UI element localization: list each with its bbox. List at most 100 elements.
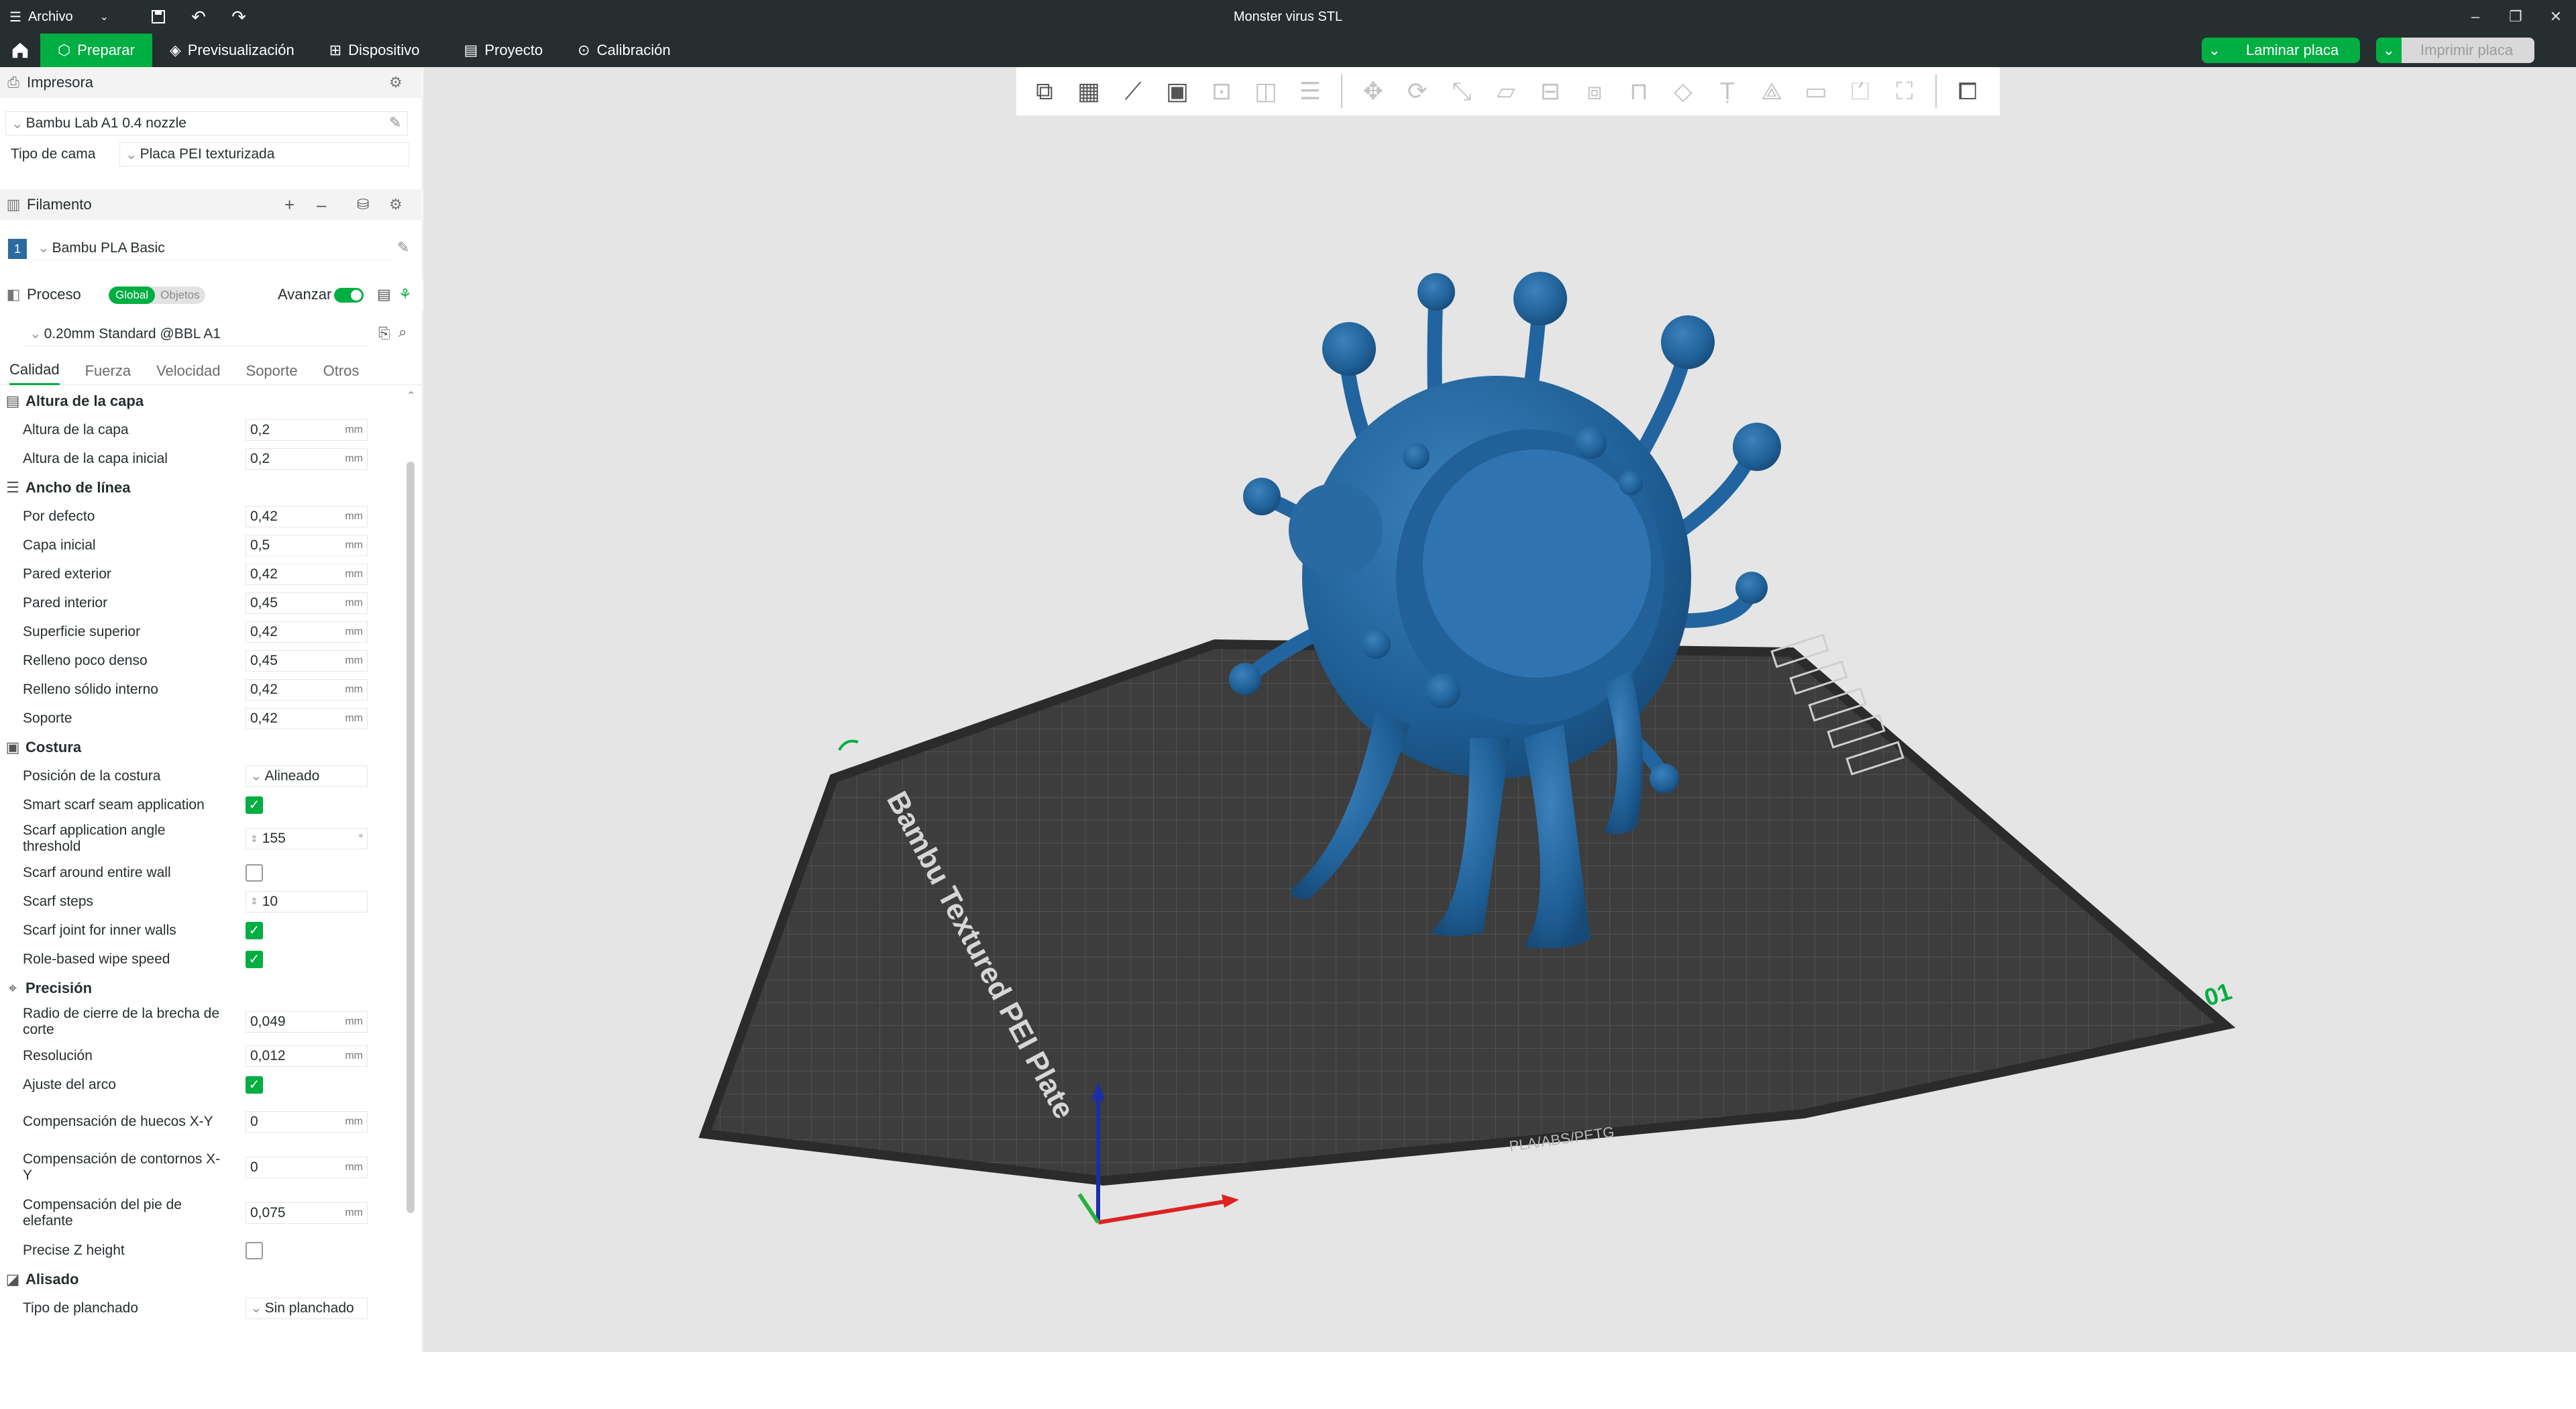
add-icon[interactable]: + (284, 195, 294, 215)
edit-icon[interactable]: ✎ (389, 114, 401, 132)
smart-scarf-checkbox[interactable]: ✓ (246, 796, 263, 814)
param-row: Soporte 0,42 mm (0, 704, 402, 733)
file-menu-button[interactable]: ☰ Archivo ⌄ (0, 0, 118, 34)
line-width-input[interactable]: 0,42 mm (246, 678, 368, 700)
toggle-objects[interactable]: Objetos (155, 286, 205, 304)
seam-paint-icon[interactable]: ◇ (1664, 72, 1702, 110)
measure-icon[interactable]: ▭ (1797, 72, 1835, 110)
line-width-input[interactable]: 0,45 mm (246, 592, 368, 614)
tab-speed[interactable]: Velocidad (156, 357, 220, 385)
cut-icon[interactable]: ⊟ (1532, 72, 1569, 110)
toggle-global[interactable]: Global (109, 286, 156, 304)
stepper-icon[interactable]: ⇕ (250, 833, 258, 845)
stepper-icon[interactable]: ⇕ (250, 896, 258, 907)
layer-height-input[interactable]: 0,2 mm (246, 419, 368, 441)
param-value: 0,012 (250, 1047, 286, 1063)
gear-icon[interactable]: ⚙ (389, 196, 402, 213)
param-value: 0,5 (250, 537, 270, 553)
settings-scrollbar[interactable] (407, 462, 415, 1213)
arc-fitting-checkbox[interactable]: ✓ (246, 1076, 263, 1094)
remove-icon[interactable]: – (317, 195, 326, 215)
advance-label: Avanzar (278, 286, 332, 303)
printer-select[interactable]: ⌄ Bambu Lab A1 0.4 nozzle (5, 111, 408, 136)
tab-prepare[interactable]: ⬡ Preparar (40, 34, 152, 67)
gear-icon[interactable]: ⚙ (389, 74, 402, 91)
arrange-icon[interactable]: ▣ (1159, 72, 1196, 110)
slice-plate-button[interactable]: ⌄ Laminar placa (2202, 38, 2360, 63)
tab-device[interactable]: ⊞ Dispositivo (312, 34, 437, 67)
role-wipe-checkbox[interactable]: ✓ (246, 950, 263, 968)
chevron-down-icon[interactable]: ⌄ (2376, 38, 2402, 63)
save-icon[interactable] (145, 0, 172, 34)
scarf-around-checkbox[interactable] (246, 864, 263, 882)
color-paint-icon[interactable]: ⟁ (1753, 72, 1790, 110)
hole-compensation-input[interactable]: 0 mm (246, 1111, 368, 1133)
save-preset-icon[interactable]: ⎘ (378, 325, 390, 342)
support-paint-icon[interactable]: ⊓ (1620, 72, 1658, 110)
fit-view-icon[interactable]: ⛶ (1886, 72, 1923, 110)
scene-canvas[interactable]: Bambu Textured PEI Plate 01 PLA/ABS/PETG (423, 67, 2576, 1352)
resolution-input[interactable]: 0,012 mm (246, 1045, 368, 1067)
undo-icon[interactable]: ↶ (185, 0, 212, 34)
filament-sync-icon[interactable]: ⛁ (357, 196, 369, 213)
tab-quality[interactable]: Calidad (9, 357, 60, 385)
line-width-input[interactable]: 0,42 mm (246, 505, 368, 527)
variable-layer-icon[interactable]: ⧠ (1949, 72, 1986, 110)
contour-compensation-input[interactable]: 0 mm (246, 1157, 368, 1178)
auto-orient-icon[interactable]: ⟋ (1114, 72, 1152, 110)
edit-icon[interactable]: ✎ (397, 239, 409, 256)
line-width-input[interactable]: 0,45 mm (246, 649, 368, 672)
search-icon[interactable]: ⌕ (398, 323, 407, 341)
global-objects-toggle[interactable]: Global Objetos (109, 286, 205, 304)
initial-layer-height-input[interactable]: 0,2 mm (246, 448, 368, 470)
param-row: Smart scarf seam application ✓ (0, 790, 402, 819)
gap-closing-input[interactable]: 0,049 mm (246, 1011, 368, 1033)
filament-settings-icon[interactable]: ⚘ (398, 286, 412, 303)
add-object-icon[interactable]: ⧉ (1026, 72, 1063, 110)
chevron-down-icon[interactable]: ⌄ (2202, 38, 2227, 63)
scarf-angle-stepper[interactable]: ⇕ 155 ° (246, 828, 368, 849)
restore-icon[interactable]: ❐ (2496, 0, 2536, 34)
line-width-input[interactable]: 0,42 mm (246, 707, 368, 729)
3d-viewport[interactable]: Bambu Textured PEI Plate 01 PLA/ABS/PETG (423, 67, 2576, 1352)
layers-editing-icon[interactable]: ☰ (1291, 72, 1329, 110)
advance-switch[interactable] (334, 288, 364, 303)
filament-select[interactable]: ⌄ Bambu PLA Basic (32, 236, 393, 260)
tab-preview[interactable]: ◈ Previsualización (152, 34, 312, 67)
tab-strength[interactable]: Fuerza (85, 357, 131, 385)
process-preset-select[interactable]: ⌄ 0.20mm Standard @BBL A1 (24, 322, 368, 346)
text-tool-icon[interactable]: Ṭ (1709, 72, 1746, 110)
tab-calibration[interactable]: ⊙ Calibración (560, 34, 688, 67)
tab-others[interactable]: Otros (323, 357, 360, 385)
bed-type-select[interactable]: ⌄ Placa PEI texturizada (119, 142, 409, 166)
add-plate-icon[interactable]: ▦ (1070, 72, 1108, 110)
tab-support[interactable]: Soporte (246, 357, 298, 385)
split-objects-icon[interactable]: ⊡ (1203, 72, 1240, 110)
seam-position-select[interactable]: ⌄ Alineado (246, 765, 368, 787)
assembly-icon[interactable]: ⏍ (1841, 72, 1879, 110)
close-icon[interactable]: ✕ (2536, 0, 2576, 34)
compare-icon[interactable]: ▤ (377, 286, 391, 303)
chevron-up-icon[interactable]: ⌃ (407, 389, 415, 403)
scale-icon[interactable]: ⤡ (1443, 72, 1481, 110)
boolean-icon[interactable]: ⧈ (1576, 72, 1613, 110)
split-parts-icon[interactable]: ◫ (1247, 72, 1285, 110)
group-title: Costura (25, 738, 82, 755)
print-plate-button[interactable]: ⌄ Imprimir placa (2376, 38, 2534, 63)
minimize-icon[interactable]: – (2455, 0, 2496, 34)
elephant-foot-input[interactable]: 0,075 mm (246, 1202, 368, 1224)
line-width-input[interactable]: 0,42 mm (246, 621, 368, 643)
redo-icon[interactable]: ↷ (225, 0, 252, 34)
scarf-inner-checkbox[interactable]: ✓ (246, 921, 263, 939)
rotate-icon[interactable]: ⟳ (1399, 72, 1436, 110)
tab-project[interactable]: ▤ Proyecto (447, 34, 561, 67)
ironing-type-select[interactable]: ⌄ Sin planchado (246, 1297, 368, 1319)
line-width-input[interactable]: 0,42 mm (246, 563, 368, 585)
scarf-steps-stepper[interactable]: ⇕ 10 (246, 890, 368, 912)
line-width-input[interactable]: 0,5 mm (246, 534, 368, 556)
precise-z-checkbox[interactable] (246, 1241, 263, 1259)
home-icon[interactable] (0, 34, 40, 67)
lay-on-face-icon[interactable]: ⏥ (1487, 72, 1525, 110)
prepare-icon: ⬡ (58, 42, 71, 58)
move-icon[interactable]: ✥ (1354, 72, 1392, 110)
